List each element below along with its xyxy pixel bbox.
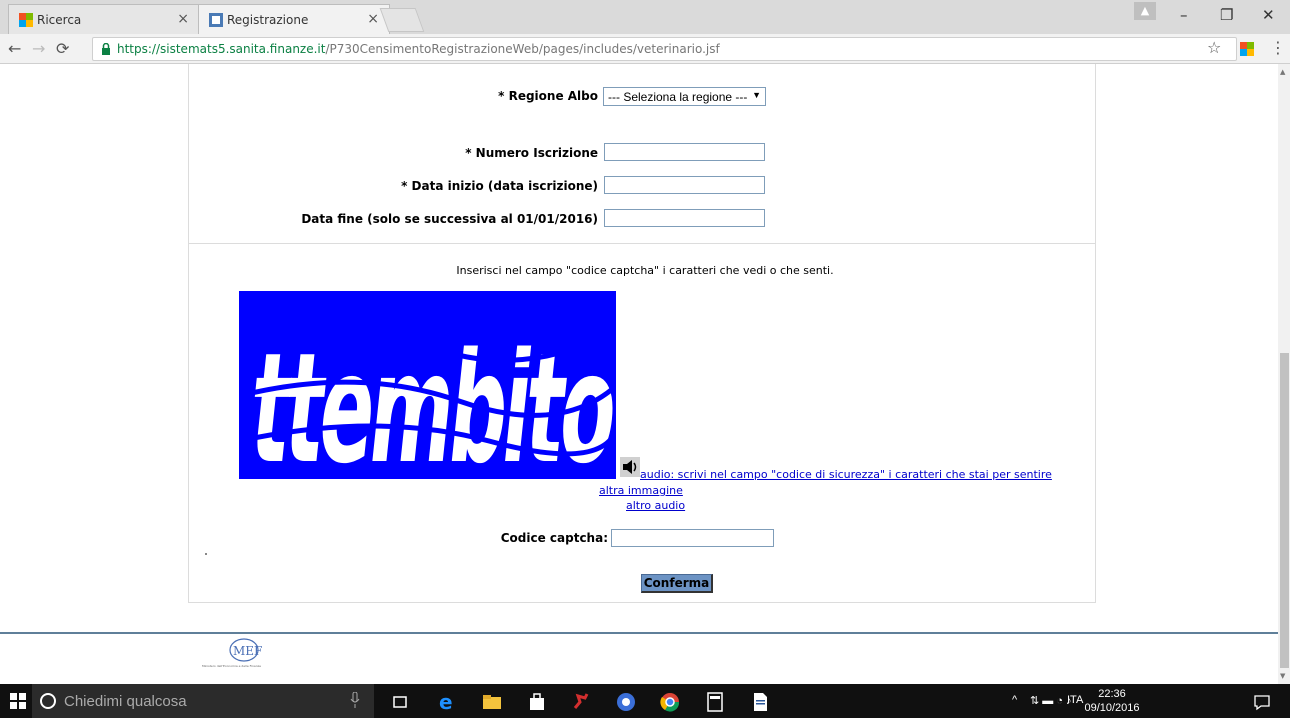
microphone-icon[interactable] xyxy=(350,692,360,708)
mef-caption: Ministero dell'Economia e delle Finanze xyxy=(202,664,262,668)
stray-dot xyxy=(205,553,207,555)
address-bar[interactable]: https://sistemats5.sanita.finanze.it/P73… xyxy=(92,37,1237,61)
svg-text:e: e xyxy=(439,692,453,712)
browser-menu-icon[interactable]: ⋮ xyxy=(1270,38,1286,57)
data-inizio-label: * Data inizio (data iscrizione) xyxy=(401,179,598,193)
new-tab-button[interactable] xyxy=(379,8,425,32)
profile-icon[interactable]: ▲ xyxy=(1134,2,1156,20)
numero-iscrizione-input[interactable] xyxy=(604,143,765,161)
clock-time: 22:36 xyxy=(1098,688,1126,700)
search-placeholder: Chiedimi qualcosa xyxy=(64,693,187,710)
chevron-down-icon: ▼ xyxy=(752,90,761,100)
scrollbar-thumb[interactable] xyxy=(1280,353,1289,668)
close-window-button[interactable]: ✕ xyxy=(1262,6,1275,24)
favicon-icon xyxy=(19,13,33,27)
windows-start-icon[interactable] xyxy=(10,693,26,709)
data-fine-label: Data fine (solo se successiva al 01/01/2… xyxy=(301,212,598,226)
clock[interactable]: 22:36 09/10/2016 xyxy=(1082,687,1142,715)
page-content: * Regione Albo --- Seleziona la regione … xyxy=(0,64,1290,684)
numero-iscrizione-label: * Numero Iscrizione xyxy=(465,146,598,160)
close-tab-icon[interactable]: × xyxy=(177,11,189,27)
data-inizio-input[interactable] xyxy=(604,176,765,194)
clock-date: 09/10/2016 xyxy=(1084,702,1140,714)
forward-icon[interactable]: → xyxy=(32,39,45,58)
chrome-icon[interactable] xyxy=(660,692,680,712)
svg-text:MEF: MEF xyxy=(233,644,262,658)
app-icon[interactable] xyxy=(616,692,636,712)
regione-label: * Regione Albo xyxy=(498,89,598,103)
file-explorer-icon[interactable] xyxy=(482,692,502,712)
restore-button[interactable]: ❐ xyxy=(1220,6,1233,24)
mef-logo: MEF xyxy=(229,638,262,662)
tab-label: Registrazione xyxy=(227,12,309,27)
notifications-icon[interactable] xyxy=(1252,692,1272,712)
cortana-icon xyxy=(40,693,56,709)
toolbar: ← → ⟳ https://sistemats5.sanita.finanze.… xyxy=(0,34,1290,64)
cortana-search[interactable]: Chiedimi qualcosa xyxy=(32,684,374,718)
reload-icon[interactable]: ⟳ xyxy=(56,39,69,58)
favicon-icon xyxy=(209,13,223,27)
url-text: https://sistemats5.sanita.finanze.it/P73… xyxy=(117,42,720,56)
scroll-down-icon[interactable]: ▼ xyxy=(1280,672,1285,680)
regione-select[interactable]: --- Seleziona la regione --- ▼ xyxy=(603,87,766,106)
taskbar: Chiedimi qualcosa e ^ ⇅ ▬ ◔ ♪ ITA 22:36 … xyxy=(0,684,1290,718)
pin-app-icon[interactable] xyxy=(571,692,591,712)
altra-immagine-link[interactable]: altra immagine xyxy=(599,484,683,497)
speaker-icon[interactable] xyxy=(620,457,640,477)
altro-audio-link[interactable]: altro audio xyxy=(626,499,685,512)
language-indicator[interactable]: ITA xyxy=(1067,694,1083,706)
close-tab-icon[interactable]: × xyxy=(367,11,379,27)
minimize-button[interactable]: – xyxy=(1180,6,1188,24)
document-icon[interactable] xyxy=(750,692,770,712)
scroll-up-icon[interactable]: ▲ xyxy=(1280,68,1285,76)
store-icon[interactable] xyxy=(527,692,547,712)
edge-icon[interactable]: e xyxy=(437,692,457,712)
captcha-image: ttembito xyxy=(239,291,616,479)
calculator-icon[interactable] xyxy=(705,692,725,712)
section-divider xyxy=(188,243,1096,244)
tray-chevron-icon[interactable]: ^ xyxy=(1012,694,1017,706)
audio-link[interactable]: audio: scrivi nel campo "codice di sicur… xyxy=(640,468,1052,481)
codice-captcha-label: Codice captcha: xyxy=(500,531,608,545)
bookmark-star-icon[interactable]: ☆ xyxy=(1207,38,1221,57)
codice-captcha-input[interactable] xyxy=(611,529,774,547)
tab-registrazione[interactable]: Registrazione × xyxy=(198,4,390,34)
extension-icon[interactable] xyxy=(1240,42,1254,56)
network-icons[interactable]: ⇅ ▬ ◔ ♪ xyxy=(1030,694,1072,707)
data-fine-input[interactable] xyxy=(604,209,765,227)
regione-selected-value: --- Seleziona la regione --- xyxy=(608,90,748,104)
tab-ricerca[interactable]: Ricerca × xyxy=(8,4,200,34)
tab-label: Ricerca xyxy=(37,12,82,27)
captcha-instruction: Inserisci nel campo "codice captcha" i c… xyxy=(456,264,834,277)
tab-bar: Ricerca × Registrazione × ▲ – ❐ ✕ xyxy=(0,0,1290,34)
task-view-icon[interactable] xyxy=(390,692,410,712)
lock-icon xyxy=(102,43,110,55)
back-icon[interactable]: ← xyxy=(8,39,21,58)
conferma-button[interactable]: Conferma xyxy=(641,574,713,593)
footer-divider xyxy=(0,632,1290,634)
